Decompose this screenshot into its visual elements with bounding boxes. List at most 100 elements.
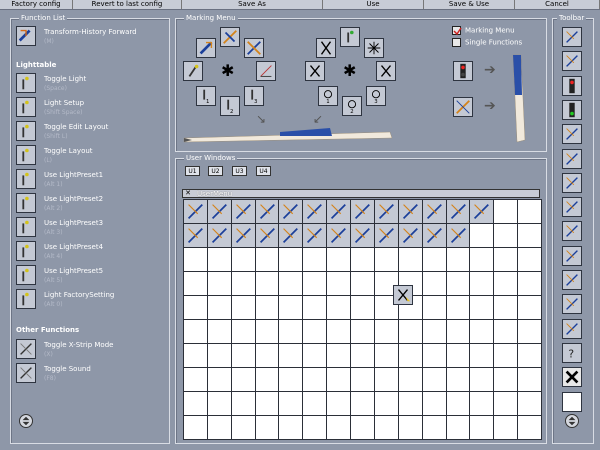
grid-cell-empty[interactable] <box>206 367 232 392</box>
grid-cell-empty[interactable] <box>373 367 399 392</box>
grid-cell-help-icon[interactable] <box>254 199 280 224</box>
grid-cell-empty[interactable] <box>254 271 280 296</box>
grid-cell-empty[interactable] <box>254 247 280 272</box>
grid-cell-empty[interactable] <box>302 271 328 296</box>
function-item[interactable]: Use LightPreset1 (Alt 1) <box>16 169 166 191</box>
grid-cell-preset-2-icon[interactable] <box>373 223 399 248</box>
undo-icon[interactable] <box>562 221 582 242</box>
grid-cell-empty[interactable] <box>373 319 399 344</box>
grid-cell-help-icon[interactable] <box>302 199 328 224</box>
function-item[interactable]: Toggle Light (Space) <box>16 73 166 95</box>
grid-cell-empty[interactable] <box>350 367 375 392</box>
grid-cell-empty[interactable] <box>278 271 304 296</box>
grid-cell-empty[interactable] <box>421 319 447 344</box>
grid-cell-empty[interactable] <box>350 295 375 320</box>
function-item[interactable]: Toggle Sound (F8) <box>16 363 166 385</box>
grid-cell-edit-icon[interactable] <box>230 223 256 248</box>
grid-cell-empty[interactable] <box>326 319 352 344</box>
grid-cell-empty[interactable] <box>517 295 542 320</box>
grid-cell-empty[interactable] <box>517 271 542 296</box>
grid-cell-empty[interactable] <box>373 247 399 272</box>
grid-cell-preset-2-icon[interactable] <box>397 199 423 224</box>
grid-cell-empty[interactable] <box>183 295 208 320</box>
grid-cell-empty[interactable] <box>254 367 280 392</box>
grid-cell-move-icon[interactable] <box>183 199 208 224</box>
grid-cell-empty[interactable] <box>350 343 375 368</box>
grid-cell-empty[interactable] <box>493 367 519 392</box>
mm-edit-icon[interactable] <box>220 27 240 47</box>
grid-cell-empty[interactable] <box>278 367 304 392</box>
use-button[interactable]: Use <box>323 0 424 9</box>
function-item[interactable]: Use LightPreset3 (Alt 3) <box>16 217 166 239</box>
grid-cell-empty[interactable] <box>206 271 232 296</box>
traffic-light-red-icon[interactable] <box>562 75 582 96</box>
mm-preset-2-icon[interactable]: 2 <box>220 96 240 116</box>
grid-cell-empty[interactable] <box>445 295 471 320</box>
grid-cell-empty[interactable] <box>397 391 423 416</box>
grid-cell-empty[interactable] <box>517 391 542 416</box>
mm-preset-1-icon[interactable]: 1 <box>196 86 216 106</box>
function-list-scroll-arrows[interactable] <box>19 414 33 428</box>
grid-cell-empty[interactable] <box>493 271 519 296</box>
mm-light-setup-icon[interactable] <box>340 27 360 47</box>
user-window-tab-1[interactable]: U1 <box>185 166 200 176</box>
save-use-button[interactable]: Save & Use <box>424 0 515 9</box>
grid-cell-empty[interactable] <box>469 343 495 368</box>
grid-cell-empty[interactable] <box>469 271 495 296</box>
skip-back-icon[interactable] <box>562 270 582 290</box>
grid-cell-empty[interactable] <box>350 415 375 440</box>
traffic-light-green-icon[interactable] <box>562 99 582 120</box>
grid-cell-empty[interactable] <box>445 343 471 368</box>
mm-layout-icon[interactable] <box>244 38 264 58</box>
sound-icon[interactable] <box>562 294 582 315</box>
traffic-light-icon[interactable] <box>453 61 473 81</box>
grid-cell-empty[interactable] <box>469 391 495 416</box>
grid-cell-empty[interactable] <box>183 271 208 296</box>
grid-cell-empty[interactable] <box>517 343 542 368</box>
grid-cell-empty[interactable] <box>206 319 232 344</box>
grid-cell-empty[interactable] <box>278 295 304 320</box>
grid-cell-empty[interactable] <box>350 247 375 272</box>
grid-cell-empty[interactable] <box>254 415 280 440</box>
grid-cell-layout-icon[interactable] <box>302 223 328 248</box>
grid-cell-empty[interactable] <box>350 271 375 296</box>
grid-cell-empty[interactable] <box>230 415 256 440</box>
grid-cell-help-icon[interactable] <box>278 199 304 224</box>
grid-cell-empty[interactable] <box>397 343 423 368</box>
mm-light-3-icon[interactable]: 3 <box>366 86 386 106</box>
function-item[interactable]: Use LightPreset2 (Alt 2) <box>16 193 166 215</box>
grid-cell-empty[interactable] <box>254 343 280 368</box>
grid-cell-star-icon[interactable] <box>326 199 352 224</box>
grid-cell-empty[interactable] <box>421 247 447 272</box>
grid-cell-empty[interactable] <box>183 391 208 416</box>
grid-cell-empty[interactable] <box>206 415 232 440</box>
grid-cell-empty[interactable] <box>302 391 328 416</box>
grid-cell-film-frame-icon[interactable] <box>445 223 471 248</box>
grid-cell-light-icon[interactable] <box>350 199 375 224</box>
grid-cell-empty[interactable] <box>206 247 232 272</box>
grid-cell-preset-3-icon[interactable] <box>421 199 447 224</box>
grid-cell-empty[interactable] <box>350 319 375 344</box>
grid-cell-empty[interactable] <box>517 223 542 248</box>
edit-icon[interactable] <box>562 51 582 72</box>
user-window-tab-3[interactable]: U3 <box>232 166 247 176</box>
grid-cell-empty[interactable] <box>493 343 519 368</box>
marking-menu-checkbox[interactable] <box>452 26 462 36</box>
function-item[interactable]: Toggle Layout (L) <box>16 145 166 167</box>
grid-cell-empty[interactable] <box>326 343 352 368</box>
save-as-button[interactable]: Save As <box>182 0 323 9</box>
function-item[interactable]: Use LightPreset4 (Alt 4) <box>16 241 166 263</box>
grid-cell-edit-icon[interactable] <box>183 223 208 248</box>
grid-cell-empty[interactable] <box>421 391 447 416</box>
layout-icon[interactable] <box>562 148 582 169</box>
grid-cell-edit-icon[interactable] <box>206 223 232 248</box>
empty-slot[interactable] <box>562 391 582 412</box>
grid-cell-empty[interactable] <box>326 271 352 296</box>
grid-cell-empty[interactable] <box>517 199 542 224</box>
move-icon[interactable] <box>562 172 582 193</box>
grid-cell-empty[interactable] <box>445 367 471 392</box>
mm-move-icon[interactable] <box>196 38 216 58</box>
mm-sparkle-icon[interactable] <box>364 38 384 58</box>
grid-cell-empty[interactable] <box>397 247 423 272</box>
grid-cell-empty[interactable] <box>397 367 423 392</box>
